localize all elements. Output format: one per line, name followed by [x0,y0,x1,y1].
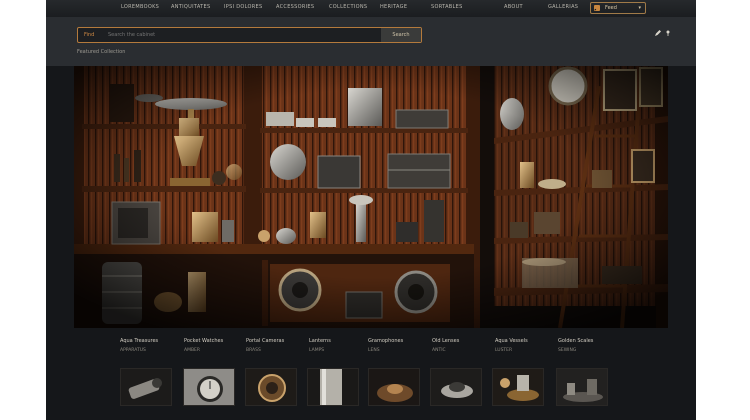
nav-item-6[interactable]: Heritage [380,2,407,13]
chevron-down-icon: ▾ [638,5,641,11]
top-nav: Lorembooks Antiquitates Ipsi Dolores Acc… [46,0,696,18]
nav-item-9[interactable]: Gallerias [548,2,578,13]
category-title: Gramophones [368,338,404,344]
category-title: Old Lenses [432,338,460,344]
cabinet-scene [74,66,668,328]
category-subtitle: Lamps [309,348,325,353]
thumbnail-4[interactable] [307,368,359,406]
thumbnail-image [184,369,234,405]
category-title: Golden Scales [558,338,594,344]
search-button[interactable]: Search [381,28,421,42]
hero-illustration [74,66,668,328]
thumbnail-2[interactable] [183,368,235,406]
category-title: Aqua Treasures [120,338,159,344]
nav-item-1[interactable]: Lorembooks [121,2,159,13]
thumbnail-6[interactable] [430,368,482,406]
category-subtitle: Brass [246,348,261,353]
app-frame: Lorembooks Antiquitates Ipsi Dolores Acc… [46,0,696,420]
nav-item-4[interactable]: Accessories [276,2,314,13]
category-title: Pocket Watches [184,338,224,344]
feed-label: Feed [605,5,617,11]
nav-item-3[interactable]: Ipsi Dolores [224,2,262,13]
category-subtitle: Antic [432,348,446,353]
breadcrumb: Featured Collection [77,49,126,55]
thumbnail-3[interactable] [245,368,297,406]
search-label: Find [84,32,95,38]
thumbnail-1[interactable] [120,368,172,406]
pencil-icon[interactable] [654,29,662,37]
search-box: Find Search [77,27,422,43]
nav-item-5[interactable]: Collections [329,2,367,13]
thumbnail-image [369,369,419,405]
thumbnail-image [246,369,296,405]
nav-item-8[interactable]: About [504,2,523,13]
rss-icon [594,5,600,11]
thumbnail-image [431,369,481,405]
category-title: Portal Cameras [246,338,285,344]
feed-button[interactable]: Feed ▾ [590,2,646,14]
thumbnail-5[interactable] [368,368,420,406]
thumbnail-image [493,369,543,405]
search-input[interactable] [104,29,362,41]
thumbnail-image [308,369,358,405]
category-subtitle: Lens [368,348,380,353]
nav-item-7[interactable]: Sortables [431,2,463,13]
category-subtitle: Amber [184,348,201,353]
category-title: Aqua Vessels [495,338,528,344]
category-subtitle: Apparatus [120,348,146,353]
thumbnail-image [121,369,171,405]
thumbnail-image [557,369,607,405]
thumbnail-8[interactable] [556,368,608,406]
thumbnail-7[interactable] [492,368,544,406]
nav-item-2[interactable]: Antiquitates [171,2,210,13]
category-title: Lanterns [309,338,331,344]
category-subtitle: Sewing [558,348,577,353]
category-subtitle: Luster [495,348,513,353]
search-band: Find Search Featured Collection [46,17,696,66]
pin-icon[interactable] [664,29,672,37]
